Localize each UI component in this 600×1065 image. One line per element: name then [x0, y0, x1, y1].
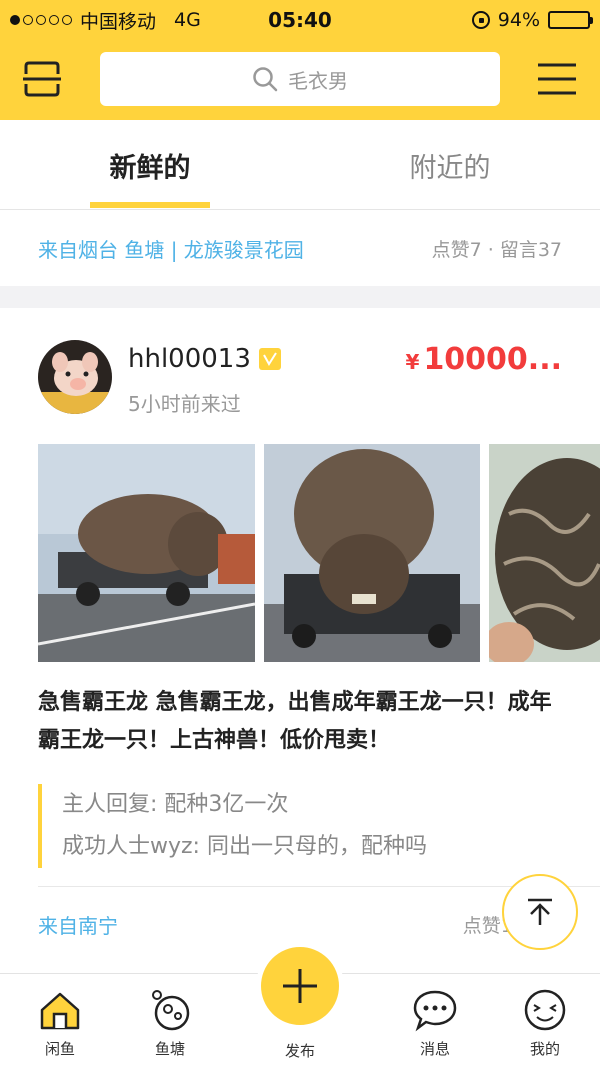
top-header: 毛衣男	[0, 40, 600, 120]
status-bar: 中国移动 4G 05:40 94%	[0, 0, 600, 40]
battery-percent: 94%	[497, 9, 540, 31]
last-seen-text: 5小时前来过	[128, 392, 241, 416]
listing-card[interactable]: hhl00013 5小时前来过 ¥ 10000... 急售霸王龙 急售霸王龙，出…	[0, 308, 600, 973]
arrow-up-icon	[528, 898, 552, 925]
nav-item-messages[interactable]: 消息	[375, 974, 495, 1065]
battery-icon	[548, 11, 593, 29]
publish-button[interactable]	[256, 942, 344, 1030]
photo-strip[interactable]	[38, 444, 600, 662]
listing-photo-1[interactable]	[38, 444, 255, 662]
network-type: 4G	[174, 9, 201, 31]
rotation-lock-icon	[471, 11, 490, 29]
nav-label: 我的	[529, 1040, 560, 1058]
pond-icon	[152, 990, 190, 1031]
signal-strength-icon	[10, 15, 72, 25]
nav-item-profile[interactable]: 我的	[485, 974, 600, 1065]
carrier-name: 中国移动	[80, 10, 157, 33]
tab-fresh[interactable]: 新鲜的	[90, 120, 210, 210]
previous-item-stats: 点赞7 · 留言37	[431, 238, 562, 261]
chat-icon	[413, 990, 457, 1032]
feed-tabs: 新鲜的 附近的	[0, 120, 600, 210]
nav-label: 消息	[419, 1040, 450, 1058]
search-icon	[253, 67, 278, 92]
listing-photo-3[interactable]	[489, 444, 600, 662]
comment-list: 主人回复: 配种3亿一次 成功人士wyz: 同出一只母的，配种吗	[38, 784, 568, 868]
previous-item-location-link[interactable]: 来自烟台 鱼塘 | 龙族骏景花园	[38, 234, 304, 263]
plus-icon	[283, 969, 317, 1003]
nav-label: 闲鱼	[44, 1040, 75, 1058]
previous-item-footer: 来自烟台 鱼塘 | 龙族骏景花园 点赞7 · 留言37	[0, 210, 600, 286]
profile-icon	[524, 989, 566, 1031]
comment-item[interactable]: 成功人士wyz: 同出一只母的，配种吗	[62, 826, 568, 868]
price-value: 10000...	[423, 342, 562, 377]
comment-item[interactable]: 主人回复: 配种3亿一次	[62, 784, 568, 826]
listing-description[interactable]: 急售霸王龙 急售霸王龙，出售成年霸王龙一只！成年霸王龙一只！上古神兽！低价甩卖！	[38, 684, 568, 760]
search-placeholder: 毛衣男	[288, 68, 348, 93]
verified-badge-icon	[258, 348, 281, 370]
menu-icon[interactable]	[538, 62, 576, 96]
nav-label: 鱼塘	[154, 1040, 185, 1058]
home-icon	[40, 992, 80, 1030]
avatar[interactable]	[38, 340, 112, 414]
seller-username-row[interactable]: hhl00013	[128, 344, 281, 374]
back-to-top-button[interactable]	[502, 874, 578, 950]
active-tab-indicator	[90, 202, 210, 208]
nav-item-home[interactable]: 闲鱼	[0, 974, 120, 1065]
publish-label: 发布	[284, 1042, 315, 1060]
tab-nearby[interactable]: 附近的	[390, 120, 510, 210]
listing-footer: 来自南宁 点赞12 · 留	[38, 910, 562, 939]
price: ¥ 10000...	[406, 342, 562, 377]
scan-icon[interactable]	[22, 60, 62, 98]
nav-item-pond[interactable]: 鱼塘	[110, 974, 230, 1065]
listing-photo-2[interactable]	[264, 444, 480, 662]
seller-username[interactable]: hhl00013	[128, 344, 251, 374]
currency-symbol: ¥	[405, 350, 420, 374]
search-bar[interactable]: 毛衣男	[100, 52, 500, 106]
listing-location-link[interactable]: 来自南宁	[38, 910, 118, 939]
